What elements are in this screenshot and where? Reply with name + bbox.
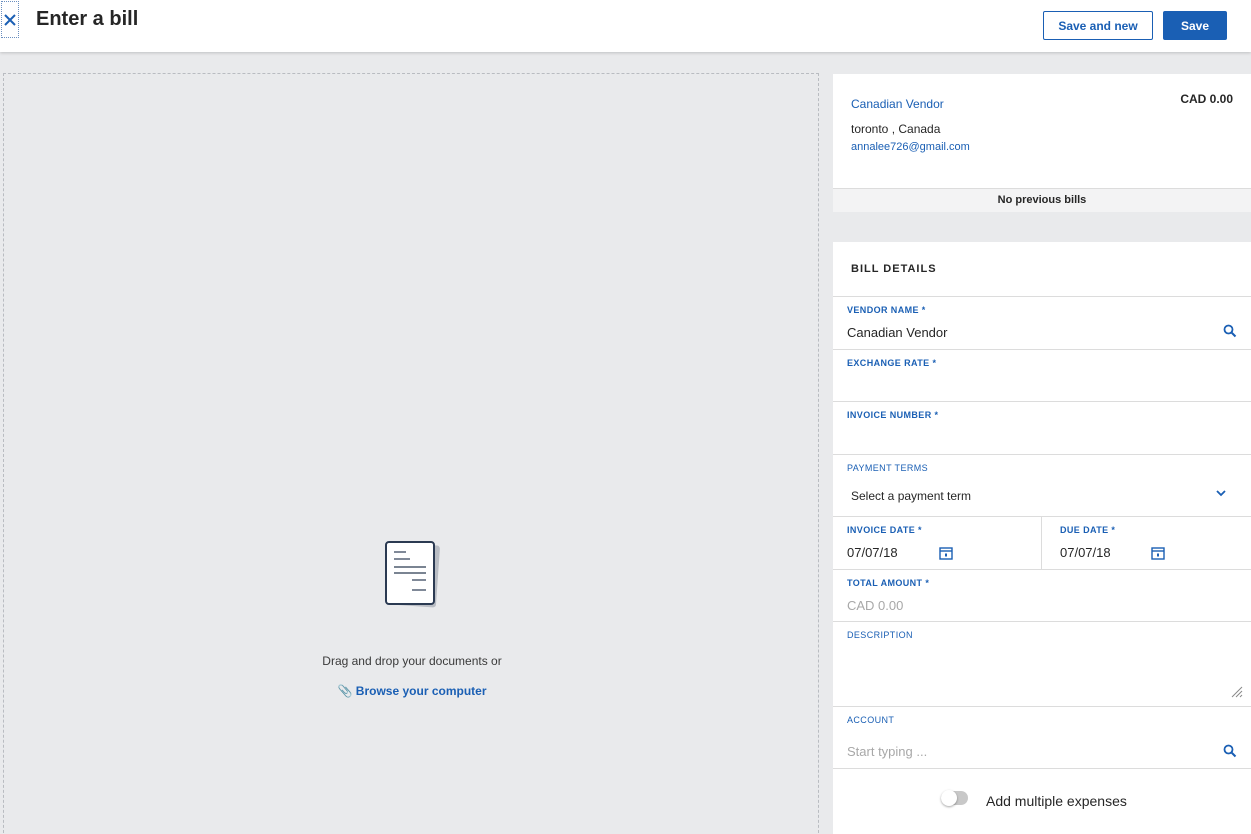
invoice-number-label: INVOICE NUMBER * <box>847 410 939 420</box>
vendor-email-link[interactable]: annalee726@gmail.com <box>851 141 970 153</box>
total-amount-placeholder: CAD 0.00 <box>847 598 904 613</box>
invoice-date-value: 07/07/18 <box>847 545 898 560</box>
payment-terms-select[interactable]: PAYMENT TERMS Select a payment term <box>833 454 1251 516</box>
description-label: DESCRIPTION <box>847 630 913 640</box>
due-date-label: DUE DATE * <box>1060 525 1116 535</box>
chevron-down-icon[interactable] <box>1215 487 1227 499</box>
search-icon[interactable] <box>1223 744 1237 758</box>
bill-details-title: BILL DETAILS <box>851 263 937 275</box>
account-placeholder: Start typing ... <box>847 744 928 759</box>
due-date-field[interactable]: DUE DATE * 07/07/18 <box>1041 517 1251 569</box>
close-icon <box>4 13 16 26</box>
account-label: ACCOUNT <box>847 715 895 725</box>
invoice-date-field[interactable]: INVOICE DATE * 07/07/18 <box>833 517 1041 569</box>
multiple-expenses-row: Add multiple expenses <box>833 768 1251 834</box>
close-button[interactable] <box>1 1 19 38</box>
search-icon[interactable] <box>1223 324 1237 338</box>
multiple-expenses-toggle[interactable] <box>941 790 968 806</box>
multiple-expenses-label: Add multiple expenses <box>986 793 1127 809</box>
vendor-balance: CAD 0.00 <box>1180 92 1233 106</box>
save-and-new-button[interactable]: Save and new <box>1043 11 1153 40</box>
browse-computer-link[interactable]: 📎 Browse your computer <box>4 684 820 698</box>
paperclip-icon: 📎 <box>337 684 353 698</box>
calendar-icon[interactable] <box>1151 546 1165 560</box>
date-row: INVOICE DATE * 07/07/18 DUE DATE * 07/07… <box>833 516 1251 569</box>
exchange-rate-label: EXCHANGE RATE * <box>847 358 937 368</box>
exchange-rate-field[interactable]: EXCHANGE RATE * <box>833 349 1251 402</box>
total-amount-label: TOTAL AMOUNT * <box>847 578 930 588</box>
account-field[interactable]: ACCOUNT Start typing ... <box>833 706 1251 768</box>
document-dropzone[interactable]: Drag and drop your documents or 📎 Browse… <box>3 73 819 834</box>
document-icon <box>385 541 440 608</box>
invoice-number-field[interactable]: INVOICE NUMBER * <box>833 401 1251 454</box>
vendor-location: toronto , Canada <box>851 122 941 136</box>
previous-bills-bar: No previous bills <box>833 188 1251 212</box>
due-date-value: 07/07/18 <box>1060 545 1111 560</box>
bill-details-panel: BILL DETAILS VENDOR NAME * Canadian Vend… <box>833 242 1251 834</box>
vendor-name-label: VENDOR NAME * <box>847 305 926 315</box>
vendor-name-value: Canadian Vendor <box>847 325 948 340</box>
toggle-knob <box>941 790 957 806</box>
payment-terms-value: Select a payment term <box>851 489 972 503</box>
page-header: Enter a bill Save and new Save <box>0 0 1251 52</box>
vendor-name-link[interactable]: Canadian Vendor <box>851 97 944 111</box>
resize-handle-icon[interactable] <box>1231 686 1243 698</box>
dropzone-instruction: Drag and drop your documents or <box>322 654 502 668</box>
description-textarea[interactable]: DESCRIPTION <box>833 621 1251 706</box>
vendor-name-field[interactable]: VENDOR NAME * Canadian Vendor <box>833 296 1251 349</box>
browse-label: Browse your computer <box>355 684 487 698</box>
save-button[interactable]: Save <box>1163 11 1227 40</box>
calendar-icon[interactable] <box>939 546 953 560</box>
payment-terms-label: PAYMENT TERMS <box>847 463 929 473</box>
page-title: Enter a bill <box>36 8 139 30</box>
invoice-date-label: INVOICE DATE * <box>847 525 922 535</box>
total-amount-field[interactable]: TOTAL AMOUNT * CAD 0.00 <box>833 569 1251 622</box>
vendor-summary-card: Canadian Vendor CAD 0.00 toronto , Canad… <box>833 74 1251 212</box>
